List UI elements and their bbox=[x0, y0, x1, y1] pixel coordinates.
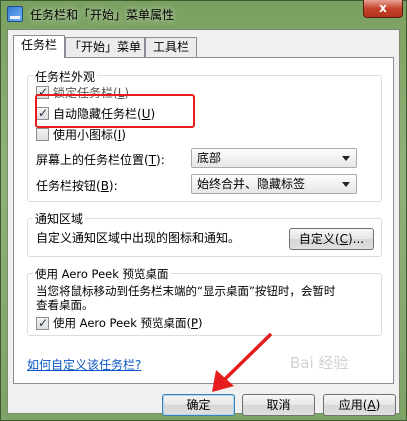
highlight-box bbox=[35, 94, 195, 128]
customize-notification-button[interactable]: 自定义(C)... bbox=[289, 228, 374, 250]
taskbar-position-select[interactable]: 底部 bbox=[191, 148, 357, 168]
help-link[interactable]: 如何自定义该任务栏? bbox=[27, 356, 141, 373]
window-title: 任务栏和「开始」菜单属性 bbox=[30, 8, 175, 22]
tab-taskbar[interactable]: 任务栏 bbox=[13, 35, 65, 58]
appearance-group-title: 任务栏外观 bbox=[33, 68, 98, 85]
title-bar[interactable]: 任务栏和「开始」菜单属性 x bbox=[0, 0, 407, 28]
aero-peek-description-2: 查看桌面。 bbox=[36, 298, 94, 312]
app-icon bbox=[7, 6, 23, 22]
aero-peek-label: 使用 Aero Peek 预览桌面(P) bbox=[53, 316, 203, 330]
tab-start-menu[interactable]: 「开始」菜单 bbox=[65, 37, 145, 57]
taskbar-buttons-value: 始终合并、隐藏标签 bbox=[197, 177, 306, 191]
chevron-down-icon bbox=[342, 182, 350, 187]
chevron-down-icon bbox=[342, 156, 350, 161]
tab-toolbars[interactable]: 工具栏 bbox=[145, 37, 197, 57]
taskbar-buttons-select[interactable]: 始终合并、隐藏标签 bbox=[191, 174, 357, 194]
aero-peek-checkbox[interactable]: ✓ bbox=[36, 316, 49, 330]
ok-button[interactable]: 确定 bbox=[162, 394, 235, 416]
taskbar-position-value: 底部 bbox=[197, 151, 222, 165]
small-icons-checkbox[interactable] bbox=[36, 128, 49, 141]
watermark: Bai 经验 bbox=[290, 354, 349, 372]
notification-description: 自定义通知区域中出现的图标和通知。 bbox=[36, 231, 241, 245]
red-arrow-icon bbox=[212, 333, 272, 392]
close-button[interactable]: x bbox=[363, 0, 403, 18]
cancel-button[interactable]: 取消 bbox=[242, 394, 315, 416]
aero-peek-group-title: 使用 Aero Peek 预览桌面 bbox=[33, 266, 171, 282]
taskbar-buttons-label: 任务栏按钮(B): bbox=[36, 179, 118, 193]
taskbar-position-label: 屏幕上的任务栏位置(T): bbox=[36, 153, 165, 167]
small-icons-label: 使用小图标(I) bbox=[53, 128, 126, 142]
notification-group-title: 通知区域 bbox=[33, 210, 86, 227]
apply-button[interactable]: 应用(A) bbox=[323, 394, 396, 416]
